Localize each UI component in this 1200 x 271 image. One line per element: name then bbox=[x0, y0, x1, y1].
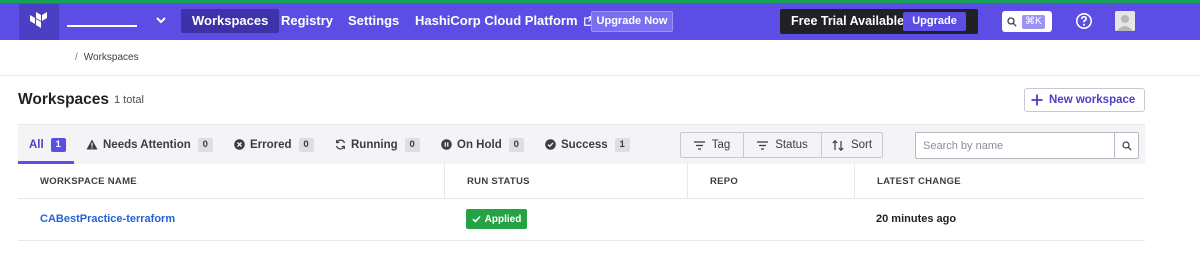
organization-name[interactable] bbox=[67, 25, 137, 27]
filter-bar: All 1 Needs Attention 0 Errored 0 Runnin… bbox=[18, 124, 1145, 164]
status-filter-button[interactable]: Status bbox=[744, 133, 822, 157]
divider bbox=[0, 75, 1200, 76]
search-icon bbox=[1121, 140, 1132, 151]
search-box bbox=[915, 132, 1139, 159]
status-filter-label: Status bbox=[775, 139, 808, 151]
new-workspace-label: New workspace bbox=[1049, 94, 1136, 106]
trial-upgrade-button[interactable]: Upgrade bbox=[903, 12, 966, 31]
nav-hcp[interactable]: HashiCorp Cloud Platform bbox=[404, 9, 605, 33]
pause-icon bbox=[441, 139, 452, 150]
tab-running-count: 0 bbox=[404, 137, 420, 152]
nav-workspaces-label: Workspaces bbox=[192, 13, 269, 28]
workspace-total: 1 total bbox=[114, 94, 144, 106]
tab-errored-label: Errored bbox=[250, 138, 292, 151]
sort-button[interactable]: Sort bbox=[822, 133, 882, 157]
tab-all-label: All bbox=[29, 138, 44, 151]
chevron-down-icon[interactable] bbox=[153, 12, 169, 28]
status-badge: Applied bbox=[466, 209, 527, 229]
upgrade-now-button[interactable]: Upgrade Now bbox=[591, 11, 673, 32]
tab-on-hold-label: On Hold bbox=[457, 138, 502, 151]
refresh-icon bbox=[335, 139, 346, 150]
filter-icon bbox=[693, 140, 705, 150]
breadcrumb: / Workspaces bbox=[75, 52, 139, 63]
column-header-latest-change: LATEST CHANGE bbox=[854, 164, 1145, 199]
breadcrumb-current[interactable]: Workspaces bbox=[84, 52, 139, 63]
search-input[interactable] bbox=[916, 133, 1115, 158]
nav-registry-label: Registry bbox=[281, 13, 334, 28]
nav-hcp-label: HashiCorp Cloud Platform bbox=[415, 13, 578, 28]
command-search-button[interactable]: ⌘K bbox=[1002, 11, 1052, 32]
tab-on-hold-count: 0 bbox=[508, 137, 524, 152]
tab-needs-attention-label: Needs Attention bbox=[103, 138, 191, 151]
table-row[interactable]: CABestPractice-terraform Applied 20 minu… bbox=[18, 199, 1145, 241]
nav-settings[interactable]: Settings bbox=[337, 9, 410, 33]
top-accent-stripe bbox=[0, 0, 1200, 3]
nav-settings-label: Settings bbox=[348, 13, 400, 28]
tab-needs-attention[interactable]: Needs Attention 0 bbox=[86, 125, 213, 164]
sort-icon bbox=[832, 139, 844, 151]
filter-button-group: Tag Status Sort bbox=[680, 132, 883, 158]
search-icon bbox=[1007, 16, 1017, 27]
column-header-workspace-name: WORKSPACE NAME bbox=[40, 176, 137, 187]
search-button[interactable] bbox=[1114, 133, 1138, 158]
nav-registry[interactable]: Registry bbox=[270, 9, 344, 33]
breadcrumb-separator: / bbox=[75, 52, 78, 63]
plus-icon bbox=[1031, 94, 1043, 106]
workspace-name-link[interactable]: CABestPractice-terraform bbox=[40, 213, 175, 225]
warning-icon bbox=[86, 139, 98, 150]
column-header-repo: REPO bbox=[687, 164, 854, 199]
help-icon[interactable] bbox=[1075, 12, 1093, 30]
check-circle-icon bbox=[545, 139, 556, 150]
check-icon bbox=[472, 215, 481, 223]
filter-icon bbox=[757, 140, 769, 150]
tab-success-count: 1 bbox=[614, 137, 630, 152]
terraform-logo-icon[interactable] bbox=[19, 4, 59, 40]
avatar[interactable] bbox=[1115, 11, 1135, 31]
shortcut-key: ⌘K bbox=[1022, 14, 1045, 29]
tab-all-count: 1 bbox=[50, 137, 66, 152]
tab-running-label: Running bbox=[351, 138, 398, 151]
free-trial-banner: Free Trial Available Upgrade bbox=[780, 9, 978, 34]
latest-change-cell: 20 minutes ago bbox=[876, 213, 957, 225]
table-header: WORKSPACE NAME RUN STATUS REPO LATEST CH… bbox=[18, 164, 1145, 199]
free-trial-text: Free Trial Available bbox=[791, 14, 905, 28]
page-title: Workspaces bbox=[18, 91, 110, 108]
tab-errored-count: 0 bbox=[298, 137, 314, 152]
status-badge-label: Applied bbox=[484, 213, 522, 225]
tab-all[interactable]: All 1 bbox=[29, 125, 66, 164]
new-workspace-button[interactable]: New workspace bbox=[1024, 88, 1145, 112]
tag-filter-label: Tag bbox=[711, 139, 731, 151]
tab-success-label: Success bbox=[561, 138, 608, 151]
nav-workspaces[interactable]: Workspaces bbox=[181, 9, 280, 33]
tab-running[interactable]: Running 0 bbox=[335, 125, 420, 164]
sort-label: Sort bbox=[850, 139, 873, 151]
tab-errored[interactable]: Errored 0 bbox=[234, 125, 314, 164]
tag-filter-button[interactable]: Tag bbox=[681, 133, 744, 157]
tab-on-hold[interactable]: On Hold 0 bbox=[441, 125, 524, 164]
tab-needs-attention-count: 0 bbox=[197, 137, 213, 152]
error-icon bbox=[234, 139, 245, 150]
tab-success[interactable]: Success 1 bbox=[545, 125, 630, 164]
column-header-run-status: RUN STATUS bbox=[444, 164, 687, 199]
top-nav-bar: Workspaces Registry Settings HashiCorp C… bbox=[0, 0, 1200, 40]
